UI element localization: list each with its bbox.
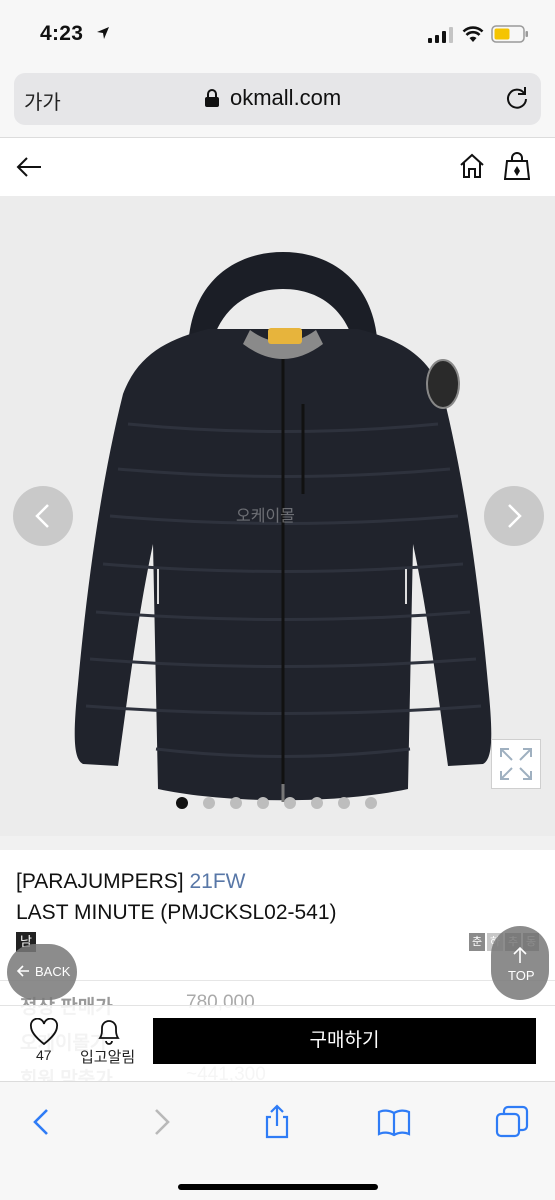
product-brand: [PARAJUMPERS]: [16, 870, 184, 893]
previous-image-button[interactable]: [13, 486, 73, 546]
wifi-icon: [462, 26, 484, 42]
arrow-up-icon: [513, 946, 527, 963]
status-bar: 4:23: [0, 0, 555, 62]
arrow-left-icon: [16, 965, 29, 977]
share-icon[interactable]: [259, 1104, 295, 1140]
carousel-dot[interactable]: [338, 797, 350, 809]
cellular-signal-icon: [428, 27, 453, 43]
product-brand-line: [PARAJUMPERS] 21FW: [16, 870, 246, 894]
battery-icon: [491, 25, 528, 43]
carousel-dots: [176, 797, 377, 809]
product-name: LAST MINUTE (PMJCKSL02-541): [16, 901, 337, 924]
watermark: 오케이몰: [236, 508, 295, 525]
heart-icon[interactable]: [29, 1018, 59, 1046]
status-time: 4:23: [40, 22, 84, 45]
season-tag: 춘: [469, 933, 485, 951]
scroll-to-top-button[interactable]: TOP: [491, 926, 549, 1000]
tabs-icon[interactable]: [494, 1104, 530, 1140]
carousel-dot[interactable]: [257, 797, 269, 809]
safari-toolbar: [0, 1081, 555, 1200]
section-divider: [0, 836, 555, 850]
zoom-button[interactable]: [491, 739, 541, 789]
chevron-left-icon: [35, 504, 49, 528]
carousel-dot[interactable]: [284, 797, 296, 809]
back-icon[interactable]: [24, 1104, 60, 1140]
carousel-dot[interactable]: [365, 797, 377, 809]
lock-icon: [205, 89, 219, 107]
buy-button[interactable]: 구매하기: [153, 1018, 536, 1064]
forward-icon[interactable]: [143, 1104, 179, 1140]
carousel-dot[interactable]: [203, 797, 215, 809]
like-count: 47: [36, 1047, 52, 1063]
home-icon[interactable]: [458, 152, 486, 180]
bell-icon[interactable]: [96, 1016, 122, 1046]
site-header: [0, 138, 555, 196]
product-image-carousel[interactable]: 오케이몰: [0, 196, 555, 836]
home-indicator: [178, 1184, 378, 1190]
chevron-right-icon: [508, 504, 522, 528]
next-image-button[interactable]: [484, 486, 544, 546]
scroll-to-top-label: TOP: [508, 968, 535, 983]
floating-back-button[interactable]: BACK: [7, 944, 77, 1000]
carousel-dot[interactable]: [311, 797, 323, 809]
jacket-image: [74, 252, 492, 802]
url-field[interactable]: 가가 okmall.com: [14, 73, 541, 125]
browser-address-bar: 가가 okmall.com: [0, 62, 555, 138]
product-season: 21FW: [189, 870, 246, 893]
floating-back-label: BACK: [35, 964, 71, 979]
text-size-button[interactable]: 가가: [24, 86, 61, 115]
restock-alert-label[interactable]: 입고알림: [80, 1046, 135, 1067]
purchase-bar: 47 입고알림 구매하기: [0, 1005, 555, 1081]
reload-icon[interactable]: [504, 85, 530, 111]
url-text[interactable]: okmall.com: [230, 85, 341, 111]
info-divider: [0, 980, 555, 981]
location-arrow-icon: [97, 27, 109, 39]
back-arrow-icon[interactable]: [14, 152, 44, 182]
bookmarks-icon[interactable]: [376, 1104, 412, 1140]
expand-icon: [500, 748, 532, 780]
carousel-dot[interactable]: [176, 797, 188, 809]
carousel-dot[interactable]: [230, 797, 242, 809]
shopping-bag-icon[interactable]: [504, 151, 530, 181]
